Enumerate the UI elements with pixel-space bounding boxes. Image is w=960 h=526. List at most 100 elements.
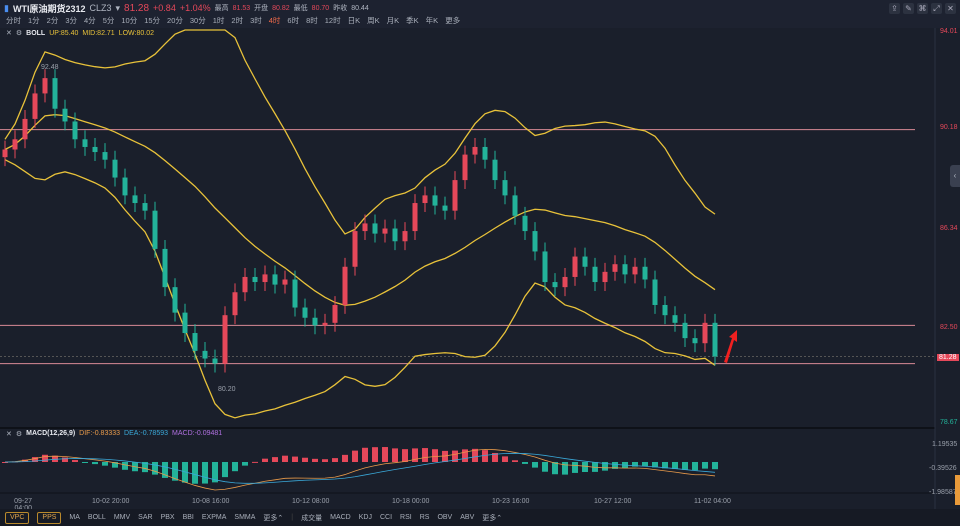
indicator-button[interactable]: 更多⌃ bbox=[482, 513, 502, 523]
fullscreen-icon[interactable]: ✕ bbox=[945, 3, 956, 14]
boll-up: UP:85.40 bbox=[49, 29, 79, 37]
candle bbox=[682, 322, 688, 339]
candle bbox=[42, 78, 48, 94]
period-tab[interactable]: 12时 bbox=[325, 15, 341, 26]
candle bbox=[412, 203, 418, 232]
time-axis-label: 10-12 08:00 bbox=[292, 498, 330, 505]
macd-bar bbox=[302, 457, 308, 462]
period-tab[interactable]: 月K bbox=[387, 15, 400, 26]
prev-value: 80.44 bbox=[351, 4, 369, 12]
collapse-panel-button[interactable]: ‹ bbox=[950, 165, 960, 187]
boll-mid-line bbox=[4, 114, 716, 306]
pen-icon[interactable]: ✎ bbox=[903, 3, 914, 14]
candle bbox=[122, 177, 128, 196]
indicator-button[interactable]: RSI bbox=[400, 514, 412, 521]
indicator-button[interactable]: MACD bbox=[330, 514, 351, 521]
period-tab[interactable]: 周K bbox=[367, 15, 380, 26]
period-tab[interactable]: 4分 bbox=[84, 15, 96, 26]
indicator-button[interactable]: RS bbox=[420, 514, 430, 521]
indicator-button[interactable]: EXPMA bbox=[202, 514, 227, 521]
low-value: 80.70 bbox=[311, 4, 330, 12]
macd-axis-label: 1.19535 bbox=[932, 441, 958, 448]
toolbar: ⇪ ✎ ⌘ ⤢ ✕ bbox=[889, 3, 956, 14]
symbol-title[interactable]: WTI原油期货2312 bbox=[13, 2, 86, 15]
indicator-button[interactable]: 更多⌃ bbox=[263, 513, 283, 523]
period-tab[interactable]: 分时 bbox=[6, 15, 21, 26]
period-tab[interactable]: 更多 bbox=[445, 15, 460, 26]
period-tab[interactable]: 3分 bbox=[65, 15, 77, 26]
period-tab[interactable]: 8时 bbox=[306, 15, 318, 26]
macd-bar bbox=[522, 462, 528, 464]
settings-icon[interactable]: ⚙ bbox=[16, 29, 22, 37]
period-tab[interactable]: 2时 bbox=[231, 15, 243, 26]
price-axis-label: 86.34 bbox=[940, 225, 958, 232]
candle bbox=[2, 149, 8, 158]
last-price: 81.28 bbox=[124, 2, 150, 14]
scrollbar[interactable] bbox=[955, 475, 960, 505]
candle bbox=[202, 350, 208, 359]
period-tab[interactable]: 4时 bbox=[269, 15, 281, 26]
macd-bar bbox=[572, 462, 578, 473]
candle bbox=[282, 279, 288, 285]
candle bbox=[442, 205, 448, 211]
period-tab[interactable]: 5分 bbox=[103, 15, 115, 26]
indicator-button[interactable]: PBX bbox=[161, 514, 175, 521]
macd-bar bbox=[512, 460, 518, 462]
settings-icon[interactable]: ⚙ bbox=[16, 430, 22, 438]
period-tab[interactable]: 1分 bbox=[28, 15, 40, 26]
period-tab[interactable]: 15分 bbox=[144, 15, 160, 26]
indicator-button[interactable]: SAR bbox=[138, 514, 152, 521]
indicator-button[interactable]: CCI bbox=[380, 514, 392, 521]
macd-bar bbox=[462, 449, 468, 462]
indicator-button[interactable]: MMV bbox=[114, 514, 130, 521]
indicator-button[interactable]: 成交量 bbox=[301, 513, 322, 523]
candle bbox=[132, 195, 138, 204]
macd-bar bbox=[202, 462, 208, 484]
candle bbox=[402, 231, 408, 242]
candle bbox=[22, 118, 28, 140]
period-tab[interactable]: 30分 bbox=[190, 15, 206, 26]
candle bbox=[652, 279, 658, 305]
dropdown-icon[interactable]: ▾ bbox=[115, 3, 120, 14]
indicator-button[interactable]: VPC bbox=[5, 511, 30, 524]
indicator-button[interactable]: PPS bbox=[37, 511, 62, 524]
period-tab[interactable]: 1时 bbox=[213, 15, 225, 26]
candle bbox=[32, 93, 38, 119]
macd-bar bbox=[672, 462, 678, 470]
indicator-button[interactable]: SMMA bbox=[234, 514, 255, 521]
expand-icon[interactable]: ⤢ bbox=[931, 3, 942, 14]
macd-bar bbox=[392, 448, 398, 462]
magnet-icon[interactable]: ⌘ bbox=[917, 3, 928, 14]
macd-bar bbox=[362, 447, 368, 462]
macd-value: MACD:-0.09481 bbox=[172, 430, 223, 437]
draw-icon[interactable]: ⇪ bbox=[889, 3, 900, 14]
candle bbox=[562, 276, 568, 288]
period-tab[interactable]: 6时 bbox=[287, 15, 299, 26]
open-value: 80.82 bbox=[272, 4, 290, 12]
candle bbox=[632, 266, 638, 275]
indicator-button[interactable]: OBV bbox=[437, 514, 452, 521]
indicator-button[interactable]: KDJ bbox=[359, 514, 372, 521]
period-tab[interactable]: 2分 bbox=[47, 15, 59, 26]
price-axis-label: 94.01 bbox=[940, 28, 958, 35]
period-tab[interactable]: 20分 bbox=[167, 15, 183, 26]
period-tab[interactable]: 日K bbox=[348, 15, 361, 26]
period-tab[interactable]: 3时 bbox=[250, 15, 262, 26]
candle bbox=[82, 139, 88, 147]
boll-upper-line bbox=[4, 29, 716, 235]
indicator-button[interactable]: BBI bbox=[183, 514, 194, 521]
period-tab[interactable]: 10分 bbox=[121, 15, 137, 26]
macd-bar bbox=[312, 458, 318, 462]
macd-bar bbox=[222, 462, 228, 478]
close-icon[interactable]: ✕ bbox=[6, 29, 12, 37]
period-tab[interactable]: 季K bbox=[406, 15, 419, 26]
candle bbox=[272, 274, 278, 285]
macd-bar bbox=[282, 455, 288, 462]
period-tab[interactable]: 年K bbox=[426, 15, 439, 26]
price-chart[interactable] bbox=[0, 0, 960, 526]
close-icon[interactable]: ✕ bbox=[6, 430, 12, 438]
macd-bar bbox=[482, 450, 488, 462]
indicator-button[interactable]: BOLL bbox=[88, 514, 106, 521]
indicator-button[interactable]: ABV bbox=[460, 514, 474, 521]
indicator-button[interactable]: MA bbox=[69, 514, 80, 521]
